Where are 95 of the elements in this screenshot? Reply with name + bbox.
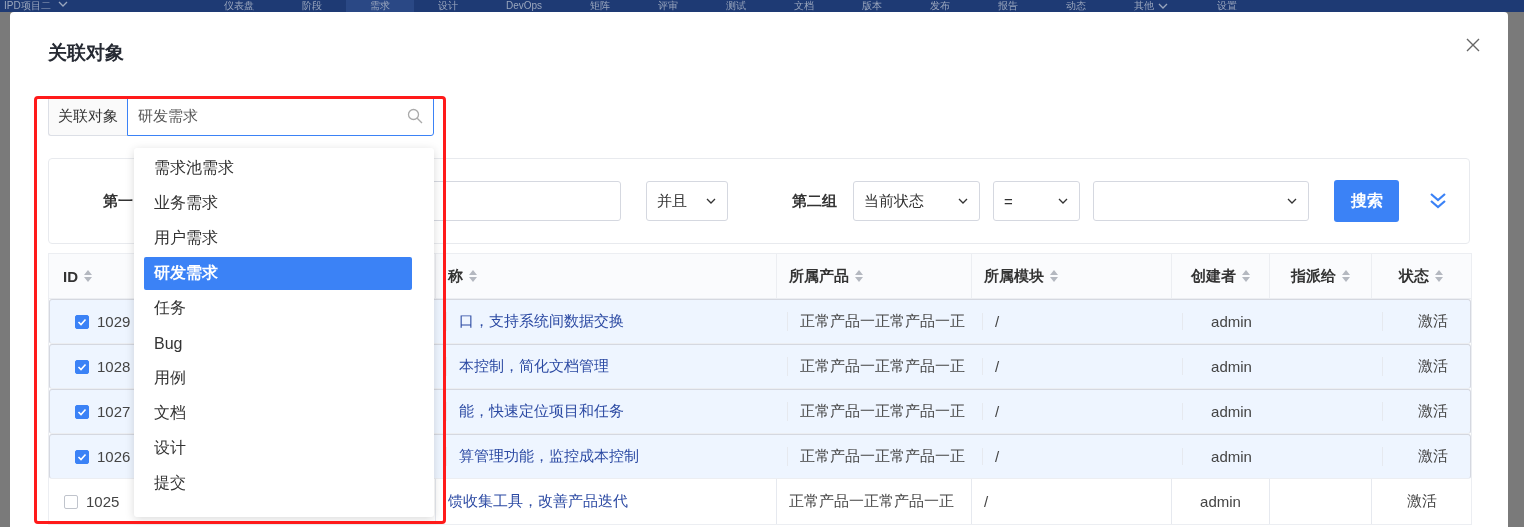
sort-icon[interactable] [83, 269, 93, 283]
table-cell: admin [1211, 358, 1252, 375]
table-cell: 正常产品一正常产品一正 [800, 312, 965, 331]
checkbox[interactable] [64, 494, 78, 509]
caret-icon[interactable] [1286, 197, 1298, 205]
caret-icon[interactable] [957, 197, 969, 205]
title-link[interactable]: 能，快速定位项目和任务 [459, 402, 624, 421]
search-button[interactable]: 搜索 [1334, 180, 1399, 222]
column-header: 称 [448, 266, 463, 286]
table-cell: 正常产品一正常产品一正 [800, 357, 965, 376]
menu-option[interactable]: 需求池需求 [134, 152, 434, 185]
column-header: ID [63, 267, 78, 285]
table-cell: 激活 [1417, 357, 1448, 376]
nav-tab[interactable]: 动态 [1042, 0, 1111, 12]
column-header: 状态 [1399, 266, 1429, 286]
operator-select[interactable]: = [993, 181, 1080, 221]
caret-icon[interactable] [705, 197, 717, 205]
table-cell: 激活 [1406, 492, 1437, 511]
title-link[interactable]: 口，支持系统间数据交换 [459, 312, 624, 331]
table-cell: admin [1211, 313, 1252, 330]
column-header: 所属模块 [984, 266, 1044, 286]
table-cell: / [995, 358, 1000, 375]
nav-tab[interactable]: 矩阵 [566, 0, 635, 12]
table-cell: 1027 [97, 403, 131, 420]
menu-option[interactable]: Bug [134, 327, 434, 360]
table-cell: 1029 [97, 313, 131, 330]
checkmark-icon [77, 361, 87, 372]
nav-tab[interactable]: DevOps [482, 0, 567, 12]
title-link[interactable]: 算管理功能，监控成本控制 [459, 447, 639, 466]
table-cell: 正常产品一正常产品一正 [800, 402, 965, 421]
table-cell: admin [1211, 448, 1252, 465]
sort-icon[interactable] [854, 269, 864, 283]
caret-icon[interactable] [1057, 197, 1069, 205]
table-cell: 激活 [1417, 312, 1448, 331]
column-header: 创建者 [1190, 266, 1236, 286]
nav-tab[interactable]: 文档 [770, 0, 839, 12]
table-cell: / [995, 403, 1000, 420]
menu-option[interactable]: 业务需求 [134, 187, 434, 220]
conjunction-select[interactable]: 并且 [646, 181, 728, 221]
checkbox[interactable] [75, 314, 89, 329]
nav-tab[interactable]: 阶段 [278, 0, 346, 12]
nav-tab[interactable]: 报告 [974, 0, 1043, 12]
checkmark-icon [77, 316, 87, 327]
project-name[interactable]: IPD项目二 [4, 0, 51, 12]
table-cell: / [984, 493, 989, 510]
table-cell: admin [1211, 403, 1252, 420]
expand-icon[interactable] [1429, 191, 1447, 211]
group-label: 第二组 [792, 191, 837, 211]
menu-option[interactable]: 文档 [134, 397, 434, 430]
table-cell: 激活 [1417, 402, 1448, 421]
table-cell: 正常产品一正常产品一正 [800, 447, 965, 466]
menu-option[interactable]: 研发需求 [144, 257, 412, 290]
nav-tab[interactable]: 设计 [414, 0, 482, 12]
nav-tab[interactable]: 测试 [702, 0, 771, 12]
search-icon [407, 108, 423, 124]
sort-icon[interactable] [1340, 269, 1351, 283]
checkbox[interactable] [75, 404, 89, 419]
menu-option[interactable]: 设计 [134, 432, 434, 465]
checkmark-icon [77, 406, 87, 417]
field-select[interactable]: 当前状态 [853, 181, 980, 221]
menu-option[interactable]: 用例 [134, 362, 434, 395]
table-cell: / [995, 313, 1000, 330]
group-label: 第一 [103, 191, 133, 211]
nav-tab[interactable]: 评审 [634, 0, 703, 12]
sort-icon[interactable] [1240, 269, 1251, 283]
table-cell: 1025 [86, 493, 120, 510]
menu-option[interactable]: 任务 [134, 292, 434, 325]
nav-tab[interactable]: 发布 [906, 0, 975, 12]
column-header: 指派给 [1290, 266, 1336, 286]
checkbox[interactable] [75, 449, 89, 464]
sort-icon[interactable] [468, 269, 478, 283]
sort-icon[interactable] [1434, 269, 1444, 283]
title-link[interactable]: 本控制，简化文档管理 [459, 357, 609, 376]
title-link[interactable]: 馈收集工具，改善产品迭代 [448, 492, 628, 511]
field-label: 关联对象 [48, 96, 127, 136]
sort-icon[interactable] [1049, 269, 1059, 283]
table-cell: 1028 [97, 358, 131, 375]
nav-tab[interactable]: 版本 [838, 0, 907, 12]
dialog-title: 关联对象 [48, 42, 125, 65]
table-cell: admin [1200, 493, 1241, 510]
close-icon[interactable] [1466, 38, 1480, 52]
table-cell: / [995, 448, 1000, 465]
nav-tab[interactable]: 需求 [346, 0, 414, 12]
checkbox[interactable] [75, 359, 89, 374]
table-cell: 1026 [97, 448, 131, 465]
nav-tab[interactable]: 其他 [1110, 0, 1194, 12]
nav-tab[interactable]: 设置 [1193, 0, 1262, 12]
table-cell: 激活 [1417, 447, 1448, 466]
nav-tab[interactable]: 仪表盘 [200, 0, 278, 12]
menu-option[interactable]: 提交 [134, 467, 434, 500]
checkmark-icon [77, 451, 87, 462]
menu-option[interactable]: 用户需求 [134, 222, 434, 255]
table-cell: 正常产品一正常产品一正 [789, 492, 954, 511]
object-type-field[interactable]: 研发需求 [127, 96, 434, 136]
column-header: 所属产品 [789, 266, 849, 286]
